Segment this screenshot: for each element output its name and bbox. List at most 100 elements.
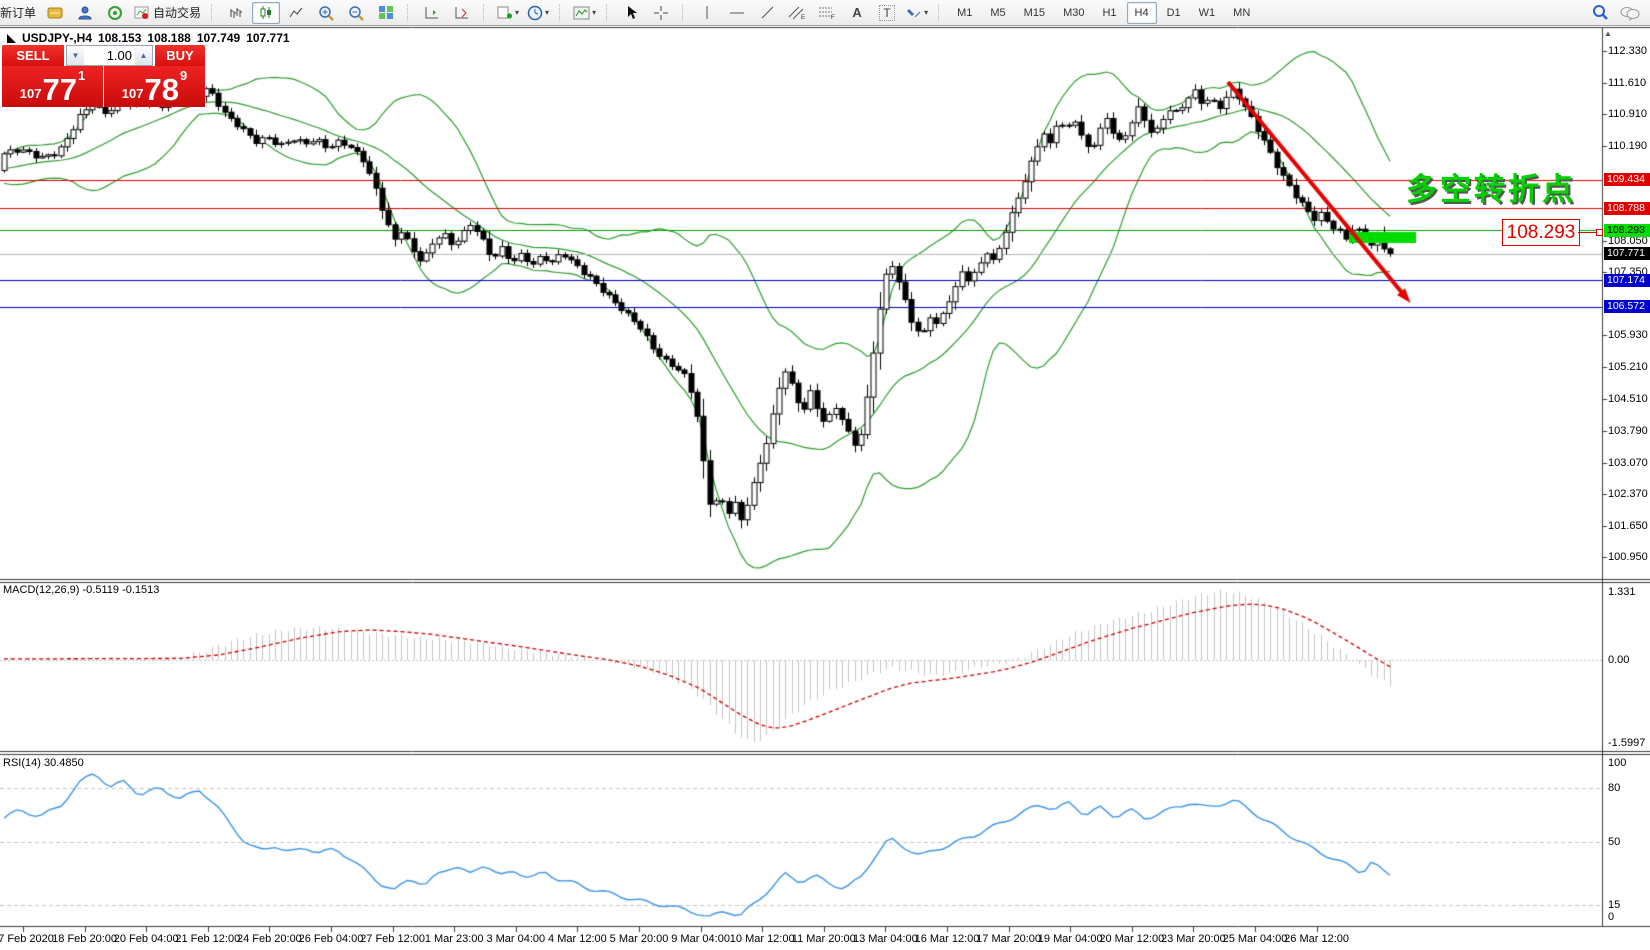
new-order-button[interactable]: 新订单 [0, 2, 39, 24]
time-tick-label: 18 Feb 20:00 [52, 933, 117, 945]
price-tick-label: 110.190 [1608, 140, 1650, 152]
new-chart-icon[interactable]: ▾ [494, 2, 522, 24]
turning-point-annotation[interactable]: 多空转折点 [1406, 164, 1576, 209]
macd-axis-label: 0.00 [1608, 654, 1650, 666]
indicators-icon[interactable]: ▾ [570, 2, 599, 24]
time-tick-label: 11 Mar 20:00 [792, 933, 856, 945]
volume-decrease-button[interactable]: ▼ [67, 46, 84, 65]
rsi-axis-label: 50 [1608, 836, 1650, 848]
ohlc-open: 108.153 [98, 31, 141, 45]
timeframe-w1[interactable]: W1 [1191, 2, 1224, 24]
price-tick-label: 101.650 [1608, 520, 1650, 532]
macd-axis-label: -1.5997 [1608, 737, 1650, 749]
toolbar-separator [483, 4, 489, 21]
zoom-in-icon[interactable] [312, 2, 340, 24]
history-center-icon[interactable] [41, 2, 69, 24]
arrows-shapes-icon[interactable]: ▾ [903, 2, 931, 24]
axis-scroll-arrow[interactable]: ▲ [1604, 29, 1612, 38]
timeframe-m5[interactable]: M5 [982, 2, 1013, 24]
period-clock-icon[interactable]: ▾ [524, 2, 552, 24]
macd-signal-value: -0.1513 [122, 584, 159, 596]
svg-text:E: E [801, 15, 805, 20]
timeframe-m30[interactable]: M30 [1055, 2, 1092, 24]
rsi-axis-label: 0 [1608, 911, 1650, 923]
time-tick-label: 3 Mar 04:00 [486, 933, 545, 945]
symbol-title: USDJPY-,H4 [22, 31, 92, 45]
timeframe-m1[interactable]: M1 [949, 2, 980, 24]
price-level-label: 108.293 [1604, 224, 1650, 237]
price-tick-label: 110.910 [1608, 108, 1650, 120]
crosshair-icon[interactable] [647, 2, 675, 24]
horizontal-line-icon[interactable] [723, 2, 751, 24]
chart-symbol-icon [7, 34, 16, 43]
chevron-down-icon: ▾ [592, 8, 596, 17]
rsi-axis-label: 100 [1608, 757, 1650, 769]
time-tick-label: 23 Mar 20:00 [1161, 933, 1226, 945]
time-tick-label: 10 Mar 12:00 [730, 933, 795, 945]
toolbar-separator [559, 4, 565, 21]
time-tick-label: 26 Mar 12:00 [1284, 933, 1349, 945]
rsi-axis-label: 15 [1608, 899, 1650, 911]
one-click-trading-panel: SELL ▼ ▲ BUY 107 77 1 107 78 9 [2, 45, 205, 107]
time-tick-label: 21 Feb 12:00 [175, 933, 240, 945]
chart-shift-icon[interactable] [448, 2, 476, 24]
price-level-label: 106.572 [1604, 300, 1650, 313]
buy-button[interactable]: BUY [155, 45, 205, 66]
profile-icon[interactable] [71, 2, 99, 24]
time-tick-label: 17 Feb 2020 [0, 933, 54, 945]
ohlc-close: 107.771 [246, 31, 289, 45]
svg-text:F: F [831, 15, 835, 20]
time-tick-label: 26 Feb 04:00 [299, 933, 364, 945]
sell-button[interactable]: SELL [2, 45, 64, 66]
volume-input[interactable] [84, 47, 135, 64]
price-level-label: 108.788 [1604, 202, 1650, 215]
auto-trading-label: 自动交易 [153, 4, 201, 21]
chevron-down-icon: ▾ [515, 8, 519, 17]
macd-main-value: -0.5119 [82, 584, 119, 596]
callout-connector [1578, 232, 1598, 233]
toolbar-separator [606, 4, 612, 21]
equidistant-channel-icon[interactable]: E [783, 2, 811, 24]
cursor-icon[interactable] [617, 2, 645, 24]
price-level-label: 107.771 [1604, 247, 1650, 260]
tile-windows-icon[interactable] [372, 2, 400, 24]
price-callout-box[interactable]: 108.293 [1502, 219, 1580, 246]
time-tick-label: 25 Mar 04:00 [1223, 933, 1288, 945]
fibonacci-icon[interactable]: F [813, 2, 841, 24]
candlestick-chart-icon[interactable] [252, 2, 280, 24]
timeframe-d1[interactable]: D1 [1159, 2, 1189, 24]
chat-icon[interactable] [1616, 2, 1644, 24]
auto-scroll-icon[interactable] [418, 2, 446, 24]
time-tick-label: 20 Mar 12:00 [1099, 933, 1164, 945]
trendline-icon[interactable] [753, 2, 781, 24]
vertical-line-icon[interactable] [693, 2, 721, 24]
zoom-out-icon[interactable] [342, 2, 370, 24]
ohlc-low: 107.749 [197, 31, 240, 45]
chart-canvas[interactable] [0, 0, 1650, 950]
price-tick-label: 105.210 [1608, 361, 1650, 373]
symbol-header: USDJPY-,H4 108.153 108.188 107.749 107.7… [7, 31, 290, 45]
price-tick-label: 103.790 [1608, 425, 1650, 437]
timeframe-h1[interactable]: H1 [1094, 2, 1124, 24]
timeframe-mn[interactable]: MN [1225, 2, 1258, 24]
time-tick-label: 4 Mar 12:00 [548, 933, 607, 945]
bar-chart-icon[interactable] [222, 2, 250, 24]
price-tick-label: 102.370 [1608, 488, 1650, 500]
sell-price-figure: 107 [20, 86, 42, 101]
timeframe-h4[interactable]: H4 [1127, 2, 1157, 24]
volume-increase-button[interactable]: ▲ [135, 46, 152, 65]
time-tick-label: 5 Mar 20:00 [610, 933, 669, 945]
signal-icon[interactable] [101, 2, 129, 24]
timeframe-m15[interactable]: M15 [1016, 2, 1053, 24]
buy-price[interactable]: 107 78 9 [104, 66, 205, 107]
price-tick-label: 100.950 [1608, 551, 1650, 563]
rsi-label: RSI(14) 30.4850 [3, 757, 84, 769]
search-icon[interactable] [1586, 2, 1614, 24]
text-icon[interactable]: A [843, 2, 871, 24]
auto-trading-button[interactable]: 自动交易 [131, 2, 204, 24]
time-tick-label: 20 Feb 04:00 [114, 933, 179, 945]
text-label-icon[interactable]: T [873, 2, 901, 24]
macd-axis-label: 1.331 [1608, 586, 1650, 598]
line-chart-icon[interactable] [282, 2, 310, 24]
sell-price[interactable]: 107 77 1 [2, 66, 103, 107]
